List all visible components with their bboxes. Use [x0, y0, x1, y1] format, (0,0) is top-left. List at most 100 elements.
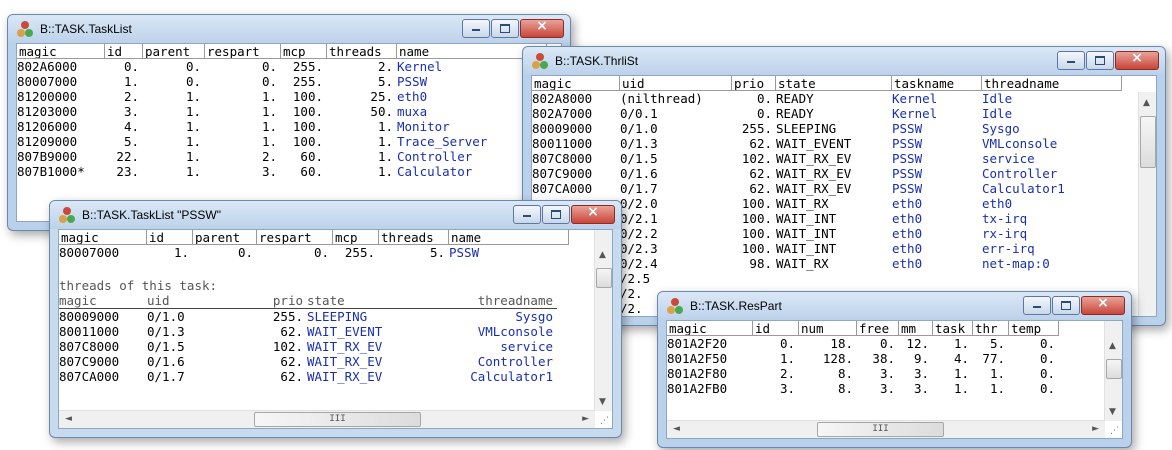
maximize-button[interactable] — [542, 205, 570, 224]
scroll-left-icon[interactable]: ◄ — [65, 414, 72, 424]
table-row[interactable]: 807C9000 0/1.6 62. WAIT_RX_EV PSSW Controller — [532, 166, 1122, 181]
scroll-left-icon[interactable]: ◄ — [673, 424, 680, 434]
table-cell: Sysgo — [982, 121, 1020, 136]
maximize-button[interactable] — [1052, 296, 1080, 315]
minimize-button[interactable] — [462, 19, 490, 38]
column-header: task — [933, 321, 973, 336]
horizontal-scroll-thumb[interactable]: III — [254, 412, 421, 427]
minimize-button[interactable] — [1057, 51, 1085, 70]
vertical-scrollbar[interactable]: ▲ ▼ — [1104, 321, 1122, 421]
column-header: mm — [899, 321, 933, 336]
horizontal-scroll-thumb[interactable]: III — [817, 422, 944, 437]
pssw-titlebar[interactable]: B::TASK.TaskList "PSSW" × — [50, 201, 621, 229]
vertical-scrollbar[interactable]: ▲ ▼ — [594, 230, 612, 411]
table-row[interactable]: 80011000 0/1.3 62. WAIT_EVENT PSSW VMLconsole — [532, 136, 1122, 151]
maximize-button[interactable] — [1086, 51, 1114, 70]
close-button[interactable]: × — [571, 204, 615, 224]
vertical-scroll-thumb[interactable] — [1140, 116, 1156, 168]
thread-row[interactable]: 807C8000 0/1.5 102. WAIT_RX_EV service — [59, 339, 557, 354]
table-row[interactable]: 81206000 4. 1. 1. 100. 1. Monitor — [17, 119, 547, 134]
table-cell: 1. — [261, 134, 277, 149]
thread-row[interactable]: 80009000 0/1.0 255. SLEEPING Sysgo — [59, 309, 557, 324]
table-cell: 0. — [1039, 351, 1055, 366]
maximize-button[interactable] — [491, 19, 519, 38]
table-row[interactable]: 81209000 5. 1. 1. 100. 1. Trace_Server — [17, 134, 547, 149]
table-cell: 1. — [123, 74, 139, 89]
table-cell: 62. — [280, 324, 303, 339]
table-cell: 0/2.0 — [620, 196, 658, 211]
table-cell: 102. — [741, 151, 772, 166]
table-cell: 1. — [989, 366, 1005, 381]
table-cell: 0/1.6 — [147, 354, 185, 369]
scroll-up-icon[interactable]: ▲ — [1109, 341, 1116, 351]
thread-row[interactable]: 807C9000 0/1.6 62. WAIT_RX_EV Controller — [59, 354, 557, 369]
table-row[interactable]: 807C8000 0/1.5 102. WAIT_RX_EV PSSW service — [532, 151, 1122, 166]
table-cell: PSSW — [892, 166, 923, 181]
resize-grip-icon[interactable]: ⋰ — [1110, 426, 1119, 436]
scroll-up-icon[interactable]: ▲ — [1143, 98, 1150, 108]
tasklist-window[interactable]: B::TASK.TaskList × magic id parent respart m… — [7, 14, 571, 231]
tasklist-titlebar[interactable]: B::TASK.TaskList × — [8, 15, 570, 43]
table-row[interactable]: 80007000 1. 0. 0. 255. 5. PSSW — [59, 245, 569, 260]
horizontal-scrollbar[interactable]: ◄ III ► — [59, 410, 595, 428]
table-row[interactable]: 80009000 0/1.0 255. SLEEPING PSSW Sysgo — [532, 121, 1122, 136]
close-button[interactable]: × — [1081, 295, 1125, 315]
table-cell: VMLconsole — [982, 136, 1058, 151]
close-button[interactable]: × — [520, 18, 564, 38]
table-cell: 0. — [123, 59, 139, 74]
table-cell: 100. — [741, 241, 772, 256]
table-cell: 2. — [779, 366, 795, 381]
table-row[interactable]: 80007000 1. 0. 0. 255. 5. PSSW — [17, 74, 547, 89]
table-cell: 5. — [429, 245, 445, 260]
scroll-right-icon[interactable]: ► — [582, 414, 589, 424]
vertical-scroll-thumb[interactable] — [1106, 359, 1122, 379]
scroll-right-icon[interactable]: ► — [1092, 424, 1099, 434]
table-cell: 81206000 — [17, 119, 78, 134]
table-cell: 807B9000 — [17, 149, 78, 164]
table-cell: eth0 — [982, 196, 1013, 211]
table-cell: 3. — [123, 104, 139, 119]
scroll-down-icon[interactable]: ▼ — [1109, 407, 1116, 417]
vertical-scroll-thumb[interactable] — [596, 268, 612, 288]
table-cell: 5. — [989, 336, 1005, 351]
vertical-scrollbar[interactable]: ▲ — [1138, 92, 1156, 316]
table-cell: 62. — [749, 136, 772, 151]
table-row[interactable]: 801A2FB0 3. 8. 3. 3. 1. 1. 0. — [667, 381, 1059, 396]
threadlist-titlebar[interactable]: B::TASK.ThrliSt × — [523, 47, 1165, 75]
minimize-button[interactable] — [513, 205, 541, 224]
respart-titlebar[interactable]: B::TASK.ResPart × — [658, 292, 1131, 320]
table-cell: WAIT_RX_EV — [776, 181, 852, 196]
minimize-icon — [523, 215, 531, 217]
table-row[interactable]: 802A8000 (nilthread) 0. READY Kernel Idle — [532, 91, 1122, 106]
table-row[interactable]: 81200000 2. 1. 1. 100. 25. eth0 — [17, 89, 547, 104]
pssw-client: magic id parent respart mcp threads name 800070… — [58, 229, 613, 429]
table-cell: 255. — [741, 121, 772, 136]
table-cell: 1. — [185, 119, 201, 134]
table-row[interactable]: 801A2F50 1. 128. 38. 9. 4. 77. 0. — [667, 351, 1059, 366]
scroll-down-icon[interactable]: ▼ — [599, 397, 606, 407]
table-cell: WAIT_EVENT — [776, 136, 852, 151]
table-row[interactable]: 802A6000 0. 0. 0. 255. 2. Kernel — [17, 59, 547, 74]
table-row[interactable]: 801A2F80 2. 8. 3. 3. 1. 1. 0. — [667, 366, 1059, 381]
pssw-tasklist-window[interactable]: B::TASK.TaskList "PSSW" × magic id parent r… — [49, 200, 622, 438]
table-row[interactable]: 801A2F20 0. 18. 0. 12. 1. 5. 0. — [667, 336, 1059, 351]
table-cell: WAIT_RX_EV — [776, 166, 852, 181]
thread-row[interactable]: 807CA000 0/1.7 62. WAIT_RX_EV Calculator1 — [59, 369, 557, 384]
column-header: num — [799, 321, 857, 336]
table-row[interactable]: 807CA000 0/1.7 62. WAIT_RX_EV PSSW Calculator… — [532, 181, 1122, 196]
thread-row[interactable]: 80011000 0/1.3 62. WAIT_EVENT VMLconsole — [59, 324, 557, 339]
scroll-up-icon[interactable]: ▲ — [599, 250, 606, 260]
resize-grip-icon[interactable]: ⋰ — [600, 416, 609, 426]
horizontal-scrollbar[interactable]: ◄ III ► — [667, 420, 1105, 438]
table-cell: 0. — [1039, 381, 1055, 396]
respart-window[interactable]: B::TASK.ResPart × magic id num free mm task th… — [657, 291, 1132, 448]
table-row[interactable]: 81203000 3. 1. 1. 100. 50. muxa — [17, 104, 547, 119]
close-button[interactable]: × — [1115, 50, 1159, 70]
table-cell: 1. — [261, 119, 277, 134]
table-row[interactable]: 807B9000 22. 1. 2. 60. 1. Controller — [17, 149, 547, 164]
table-row[interactable]: 807B1000* 23. 1. 3. 60. 1. Calculator — [17, 164, 547, 179]
table-cell: 62. — [280, 369, 303, 384]
column-header: magic — [59, 230, 147, 245]
minimize-button[interactable] — [1023, 296, 1051, 315]
table-row[interactable]: 802A7000 0/0.1 0. READY Kernel Idle — [532, 106, 1122, 121]
